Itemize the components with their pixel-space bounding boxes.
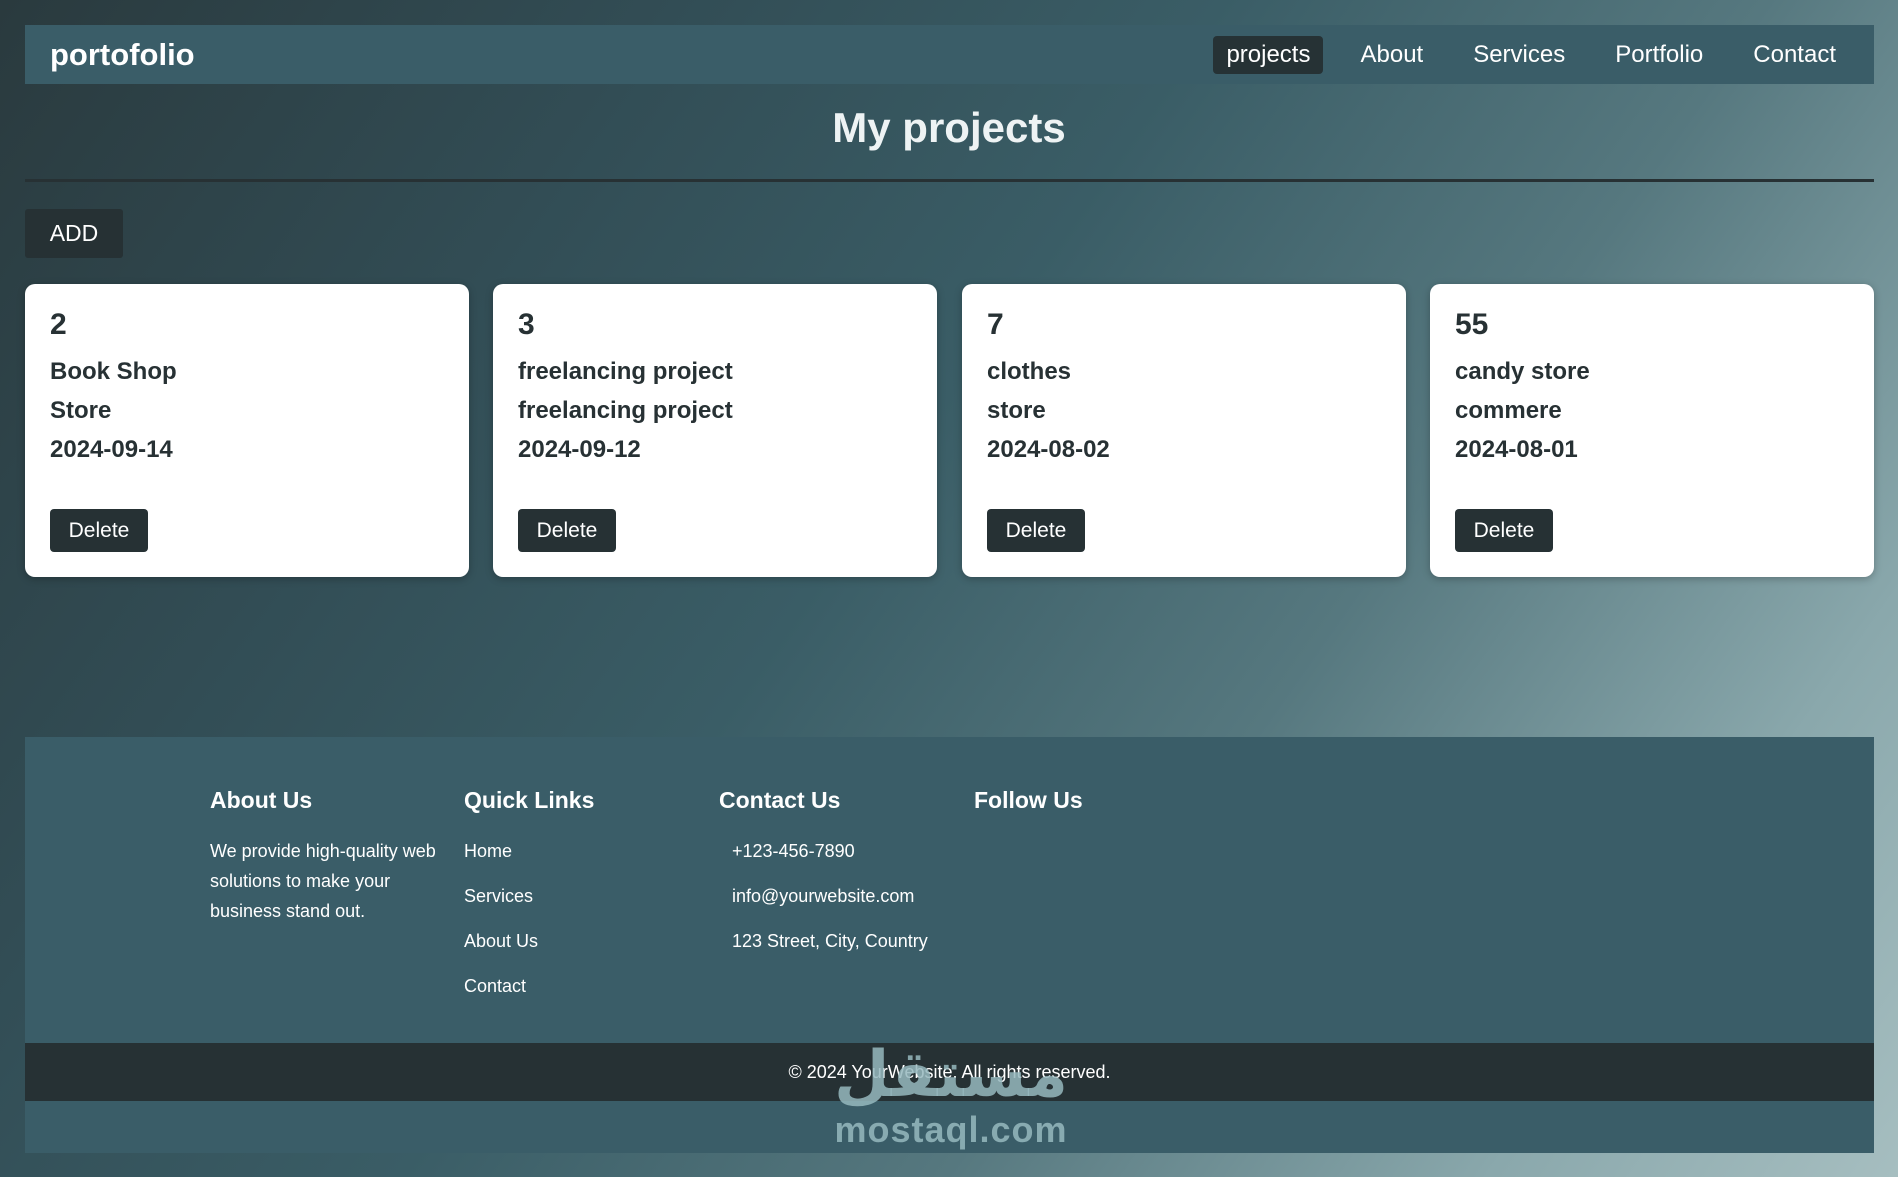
project-category: Store [50, 397, 112, 424]
nav-link-portfolio[interactable]: Portfolio [1602, 36, 1716, 74]
nav-links: projects About Services Portfolio Contac… [1189, 35, 1849, 74]
footer-quick-links: Quick Links Home Services About Us Conta… [464, 787, 594, 1016]
footer-copyright-bar: © 2024 YourWebsite. All rights reserved. [25, 1043, 1874, 1101]
footer-contact-title: Contact Us [719, 787, 841, 813]
contact-phone: +123-456-7890 [732, 841, 855, 861]
title-divider [25, 179, 1874, 182]
project-cards: 2 Book Shop Store 2024-09-14 Delete 3 fr… [25, 284, 1874, 577]
project-card: 7 clothes store 2024-08-02 Delete [962, 284, 1406, 577]
footer-about-text: We provide high-quality web solutions to… [210, 841, 436, 921]
nav-link-about[interactable]: About [1347, 36, 1436, 74]
footer-quick-links-title: Quick Links [464, 787, 595, 813]
delete-button[interactable]: Delete [987, 509, 1085, 552]
project-card: 55 candy store commere 2024-08-01 Delete [1430, 284, 1874, 577]
footer-about: About Us We provide high-quality web sol… [210, 787, 440, 926]
project-name: candy store [1455, 358, 1590, 385]
contact-email: info@yourwebsite.com [732, 886, 915, 906]
project-date: 2024-08-01 [1455, 436, 1578, 463]
page-title: My projects [832, 104, 1066, 151]
footer-link-services[interactable]: Services [464, 881, 594, 926]
project-id: 7 [987, 308, 1004, 341]
footer-about-title: About Us [210, 787, 313, 813]
footer-link-contact[interactable]: Contact [464, 971, 594, 1016]
project-id: 2 [50, 308, 67, 341]
project-category: commere [1455, 397, 1562, 424]
project-category: store [987, 397, 1046, 424]
navbar: portofolio projects About Services Portf… [25, 25, 1874, 84]
project-card: 3 freelancing project freelancing projec… [493, 284, 937, 577]
footer-follow: Follow Us [974, 787, 1083, 836]
project-name: Book Shop [50, 358, 177, 385]
nav-link-services[interactable]: Services [1460, 36, 1578, 74]
project-name: clothes [987, 358, 1072, 385]
nav-link-projects[interactable]: projects [1213, 35, 1324, 74]
project-name: freelancing project [518, 358, 733, 385]
footer-contact: Contact Us +123-456-7890 info@yourwebsit… [719, 787, 928, 971]
delete-button[interactable]: Delete [518, 509, 616, 552]
project-date: 2024-08-02 [987, 436, 1110, 463]
add-project-button[interactable]: ADD [25, 209, 123, 258]
project-id: 3 [518, 308, 535, 341]
project-category: freelancing project [518, 397, 733, 424]
project-id: 55 [1455, 308, 1489, 341]
project-date: 2024-09-14 [50, 436, 173, 463]
brand-logo[interactable]: portofolio [50, 37, 195, 73]
footer-link-about[interactable]: About Us [464, 926, 594, 971]
footer-link-home[interactable]: Home [464, 836, 594, 881]
delete-button[interactable]: Delete [50, 509, 148, 552]
contact-address: 123 Street, City, Country [732, 931, 928, 951]
copyright-text: © 2024 YourWebsite. All rights reserved. [788, 1061, 1111, 1082]
project-date: 2024-09-12 [518, 436, 641, 463]
delete-button[interactable]: Delete [1455, 509, 1553, 552]
project-card: 2 Book Shop Store 2024-09-14 Delete [25, 284, 469, 577]
nav-link-contact[interactable]: Contact [1740, 36, 1849, 74]
footer: About Us We provide high-quality web sol… [25, 737, 1874, 1153]
footer-follow-title: Follow Us [974, 787, 1083, 813]
